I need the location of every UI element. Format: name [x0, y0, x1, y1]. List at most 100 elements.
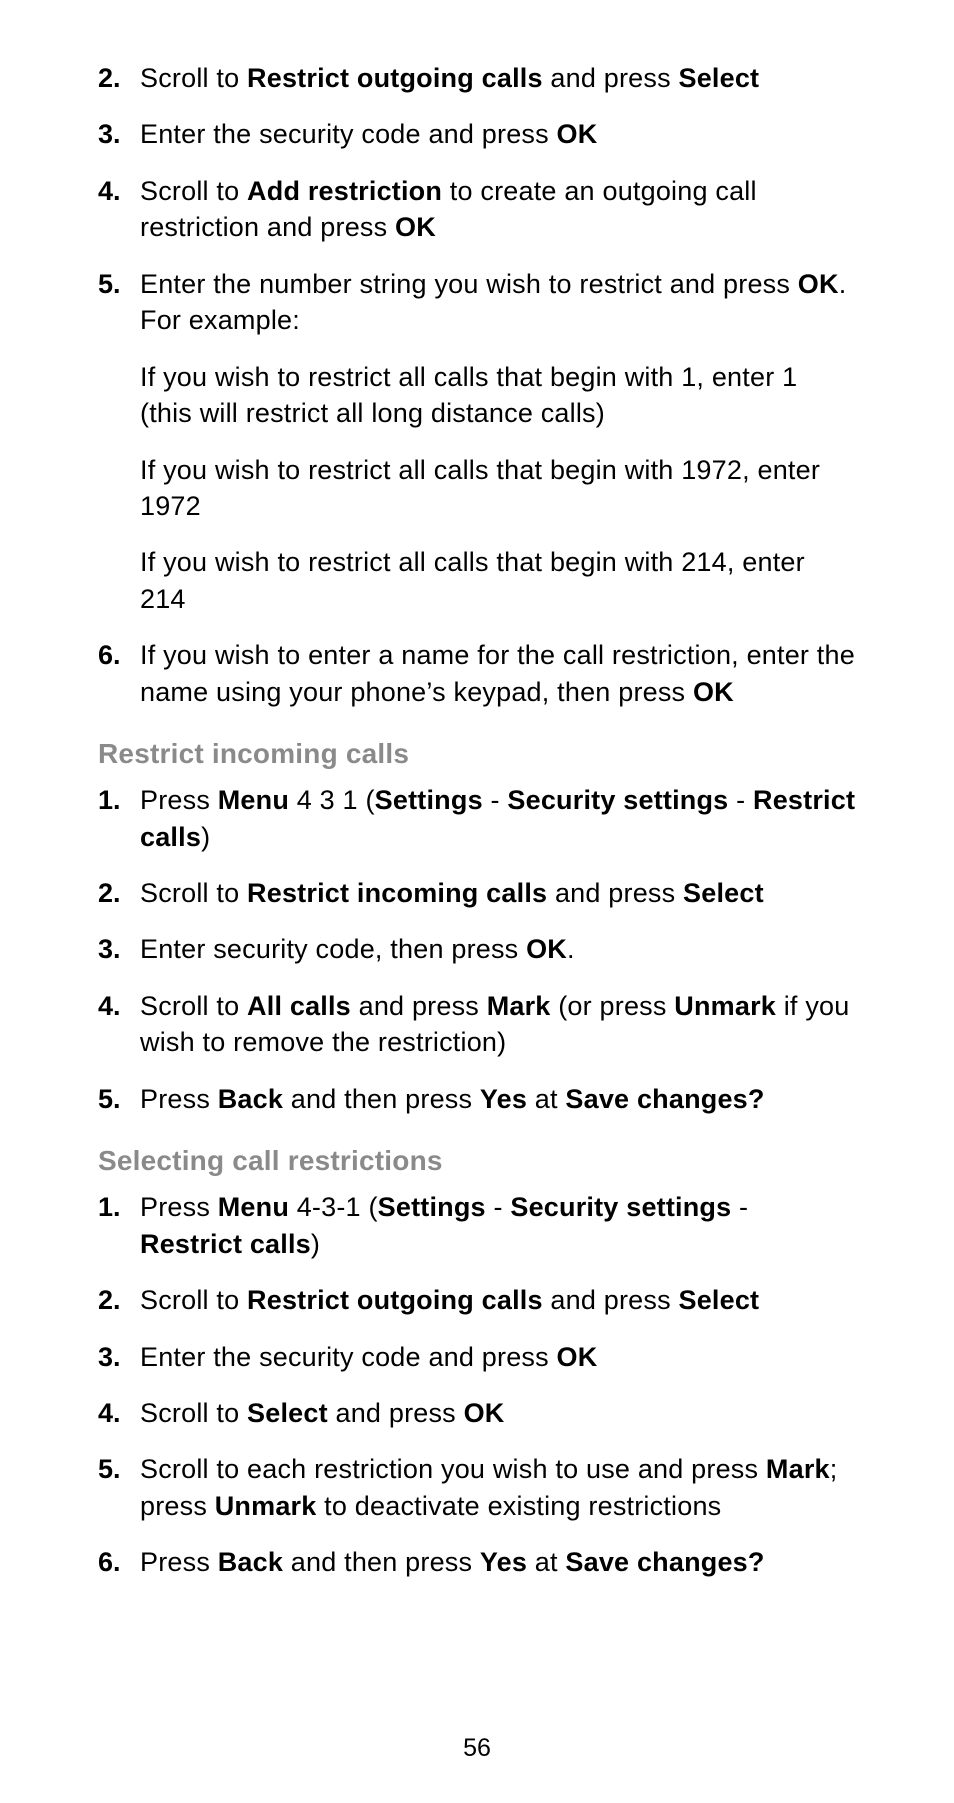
bold-text: Restrict incoming calls: [247, 878, 547, 908]
list-item-body: Scroll to each restriction you wish to u…: [140, 1451, 856, 1524]
paragraph: Scroll to Restrict outgoing calls and pr…: [140, 60, 856, 96]
list-item-number: 4.: [98, 988, 140, 1024]
list-item-body: Press Back and then press Yes at Save ch…: [140, 1081, 856, 1117]
list-item: 2.Scroll to Restrict outgoing calls and …: [98, 60, 856, 96]
text: 4-3-1 (: [289, 1192, 378, 1222]
list-item: 6.If you wish to enter a name for the ca…: [98, 637, 856, 710]
list-item: 1.Press Menu 4-3-1 (Settings - Security …: [98, 1189, 856, 1262]
list-item: 6.Press Back and then press Yes at Save …: [98, 1544, 856, 1580]
text: Enter security code, then press: [140, 934, 526, 964]
bold-text: Security settings: [507, 785, 728, 815]
paragraph: Press Menu 4 3 1 (Settings - Security se…: [140, 782, 856, 855]
list-item-body: Press Back and then press Yes at Save ch…: [140, 1544, 856, 1580]
bold-text: Save changes?: [565, 1084, 764, 1114]
bold-text: Restrict calls: [140, 1229, 311, 1259]
bold-text: Back: [218, 1084, 283, 1114]
list-item: 5.Scroll to each restriction you wish to…: [98, 1451, 856, 1524]
text: at: [527, 1084, 565, 1114]
text: ): [311, 1229, 320, 1259]
bold-text: Restrict outgoing calls: [247, 1285, 543, 1315]
section-heading: Restrict incoming calls: [98, 738, 856, 770]
bold-text: Select: [678, 63, 759, 93]
text: and then press: [283, 1084, 480, 1114]
text: Scroll to: [140, 1285, 247, 1315]
bold-text: Menu: [218, 1192, 289, 1222]
list-item-body: Scroll to Restrict outgoing calls and pr…: [140, 60, 856, 96]
list-item: 5.Enter the number string you wish to re…: [98, 266, 856, 618]
list-item-body: Scroll to All calls and press Mark (or p…: [140, 988, 856, 1061]
text: at: [527, 1547, 565, 1577]
bold-text: Unmark: [215, 1491, 317, 1521]
text: to deactivate existing restrictions: [316, 1491, 721, 1521]
page-number: 56: [0, 1734, 954, 1763]
list-item: 4.Scroll to All calls and press Mark (or…: [98, 988, 856, 1061]
paragraph: Scroll to each restriction you wish to u…: [140, 1451, 856, 1524]
bold-text: Mark: [766, 1454, 830, 1484]
text: -: [486, 1192, 511, 1222]
bold-text: All calls: [247, 991, 351, 1021]
bold-text: OK: [693, 677, 734, 707]
list-item: 1.Press Menu 4 3 1 (Settings - Security …: [98, 782, 856, 855]
text: Press: [140, 1547, 218, 1577]
paragraph: Enter the security code and press OK: [140, 1339, 856, 1375]
list-item-body: Scroll to Restrict outgoing calls and pr…: [140, 1282, 856, 1318]
text: and press: [351, 991, 487, 1021]
text: Enter the number string you wish to rest…: [140, 269, 798, 299]
list-item-body: Enter the security code and press OK: [140, 116, 856, 152]
list-item: 3.Enter the security code and press OK: [98, 116, 856, 152]
text: -: [731, 1192, 748, 1222]
list-item: 2.Scroll to Restrict outgoing calls and …: [98, 1282, 856, 1318]
list-item-body: Scroll to Add restriction to create an o…: [140, 173, 856, 246]
bold-text: Menu: [218, 785, 289, 815]
list-item-number: 3.: [98, 1339, 140, 1375]
text: 4 3 1 (: [289, 785, 375, 815]
list-item-number: 3.: [98, 931, 140, 967]
paragraph: Enter the security code and press OK: [140, 116, 856, 152]
text: Scroll to: [140, 176, 247, 206]
text: -: [483, 785, 508, 815]
bold-text: Mark: [487, 991, 551, 1021]
text: -: [728, 785, 753, 815]
paragraph: Scroll to Add restriction to create an o…: [140, 173, 856, 246]
bold-text: Select: [678, 1285, 759, 1315]
text: .: [567, 934, 575, 964]
bold-text: OK: [557, 1342, 598, 1372]
list-item-number: 2.: [98, 60, 140, 96]
list-item-number: 5.: [98, 1081, 140, 1117]
bold-text: Select: [247, 1398, 328, 1428]
bold-text: Select: [683, 878, 764, 908]
paragraph: Scroll to Restrict outgoing calls and pr…: [140, 1282, 856, 1318]
text: and press: [328, 1398, 464, 1428]
list-item-number: 5.: [98, 266, 140, 302]
text: Enter the security code and press: [140, 119, 557, 149]
text: Press: [140, 1192, 218, 1222]
text: and then press: [283, 1547, 480, 1577]
bold-text: Security settings: [510, 1192, 731, 1222]
paragraph: Scroll to Restrict incoming calls and pr…: [140, 875, 856, 911]
paragraph: Scroll to All calls and press Mark (or p…: [140, 988, 856, 1061]
bold-text: Settings: [375, 785, 483, 815]
list-item: 3.Enter security code, then press OK.: [98, 931, 856, 967]
bold-text: Yes: [480, 1547, 527, 1577]
text: ): [201, 822, 210, 852]
list-item-body: Enter the security code and press OK: [140, 1339, 856, 1375]
text: and press: [543, 1285, 679, 1315]
paragraph: If you wish to restrict all calls that b…: [140, 452, 856, 525]
list-item-body: Scroll to Select and press OK: [140, 1395, 856, 1431]
bold-text: OK: [464, 1398, 505, 1428]
list-item-body: Press Menu 4 3 1 (Settings - Security se…: [140, 782, 856, 855]
list-item: 4.Scroll to Select and press OK: [98, 1395, 856, 1431]
list-item-number: 5.: [98, 1451, 140, 1487]
bold-text: OK: [395, 212, 436, 242]
list-item-number: 6.: [98, 637, 140, 673]
paragraph: Press Menu 4-3-1 (Settings - Security se…: [140, 1189, 856, 1262]
text: Press: [140, 1084, 218, 1114]
list-item-number: 6.: [98, 1544, 140, 1580]
list-item-body: Scroll to Restrict incoming calls and pr…: [140, 875, 856, 911]
paragraph: Enter the number string you wish to rest…: [140, 266, 856, 339]
list-item-body: If you wish to enter a name for the call…: [140, 637, 856, 710]
paragraph: Scroll to Select and press OK: [140, 1395, 856, 1431]
paragraph: Enter security code, then press OK.: [140, 931, 856, 967]
bold-text: Back: [218, 1547, 283, 1577]
bold-text: Unmark: [674, 991, 776, 1021]
